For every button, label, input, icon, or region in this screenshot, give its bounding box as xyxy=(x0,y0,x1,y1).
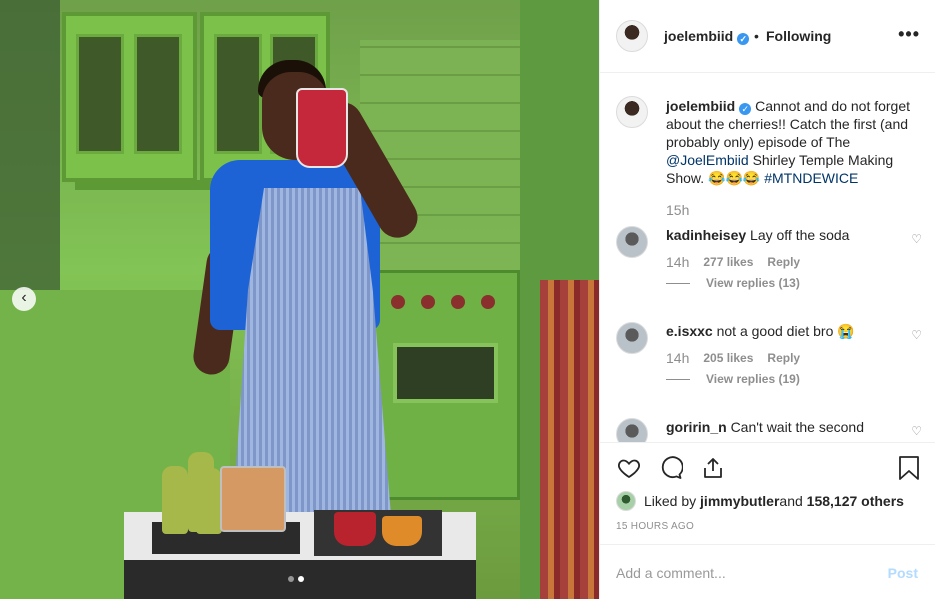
commenter-avatar[interactable] xyxy=(616,226,648,258)
comment-button[interactable] xyxy=(658,455,684,481)
carousel-dot-active xyxy=(298,576,304,582)
comment-input[interactable] xyxy=(616,562,866,584)
liked-by-prefix: Liked by xyxy=(644,493,697,509)
post-media[interactable]: ‹ xyxy=(0,0,599,599)
caption-time[interactable]: 15h xyxy=(666,202,689,218)
post-caption: joelembiid ✓ Cannot and do not forget abo… xyxy=(666,97,924,187)
author-username[interactable]: joelembiid xyxy=(664,28,733,44)
comments-list[interactable]: joelembiid ✓ Cannot and do not forget abo… xyxy=(600,73,935,442)
post-header: joelembiid ✓ • Following ••• xyxy=(600,0,935,73)
comment-likes[interactable]: 205 likes xyxy=(703,351,753,365)
heart-icon xyxy=(618,459,640,479)
view-replies-button[interactable]: View replies (19) xyxy=(666,372,800,386)
liked-by-avatar[interactable] xyxy=(616,491,636,511)
caption-hashtag-link[interactable]: #MTNDEWICE xyxy=(764,170,858,186)
following-button[interactable]: Following xyxy=(766,28,831,44)
share-icon xyxy=(704,458,722,478)
view-replies-label: View replies (19) xyxy=(706,372,800,386)
comment-username[interactable]: e.isxxc xyxy=(666,323,713,339)
liked-by-middle: and xyxy=(779,493,803,509)
media-curtain xyxy=(540,280,599,599)
save-button[interactable] xyxy=(896,455,922,481)
media-cabinet-left xyxy=(62,12,197,182)
media-bottle xyxy=(196,468,222,534)
comment-text: Can't wait the second xyxy=(730,419,864,435)
media-bottle xyxy=(162,466,188,534)
media-stove xyxy=(370,270,520,500)
chevron-left-icon: ‹ xyxy=(21,289,27,306)
header-separator: • xyxy=(754,28,759,44)
commenter-avatar[interactable] xyxy=(616,418,648,442)
author-avatar[interactable] xyxy=(616,20,648,52)
carousel-indicator xyxy=(288,576,304,582)
comment-time[interactable]: 14h xyxy=(666,254,689,270)
comment-item: kadinheisey Lay off the soda ♡ 14h 277 l… xyxy=(600,226,935,316)
comment-reply-button[interactable]: Reply xyxy=(767,351,800,365)
verified-icon: ✓ xyxy=(737,33,750,45)
view-replies-button[interactable]: View replies (13) xyxy=(666,276,800,290)
liked-by: Liked by jimmybutler and 158,127 others xyxy=(616,491,904,511)
comment-username[interactable]: kadinheisey xyxy=(666,227,746,243)
more-icon[interactable]: ••• xyxy=(898,24,920,45)
comment-icon xyxy=(661,456,683,479)
carousel-dot xyxy=(288,576,294,582)
caption-mention-link[interactable]: @JoelEmbiid xyxy=(666,152,749,168)
comment-time[interactable]: 14h xyxy=(666,350,689,366)
media-bowl xyxy=(382,516,422,546)
replies-divider xyxy=(666,282,690,284)
media-bowl-cherries xyxy=(334,512,376,546)
share-button[interactable] xyxy=(700,455,726,481)
post-comment-button[interactable]: Post xyxy=(888,565,918,581)
media-pitcher xyxy=(296,88,348,168)
liked-by-user[interactable]: jimmybutler xyxy=(700,493,779,509)
like-button[interactable] xyxy=(616,455,642,481)
view-replies-label: View replies (13) xyxy=(706,276,800,290)
comment-reply-button[interactable]: Reply xyxy=(767,255,800,269)
post-actions: Liked by jimmybutler and 158,127 others … xyxy=(600,442,935,544)
replies-divider xyxy=(666,378,690,380)
comment-username[interactable]: goririn_n xyxy=(666,419,727,435)
comment-like-icon[interactable]: ♡ xyxy=(911,328,922,342)
likes-count[interactable]: 158,127 others xyxy=(807,493,904,509)
add-comment-form: Post xyxy=(600,544,935,599)
comment-item: e.isxxc not a good diet bro 😭 ♡ 14h 205 … xyxy=(600,322,935,412)
comment-like-icon[interactable]: ♡ xyxy=(911,424,922,438)
comment-text: Lay off the soda xyxy=(750,227,850,243)
post-panel: joelembiid ✓ • Following ••• joelembiid ✓ … xyxy=(599,0,935,599)
post-timestamp[interactable]: 15 HOURS AGO xyxy=(616,521,694,532)
caption-username[interactable]: joelembiid xyxy=(666,98,735,114)
bookmark-icon xyxy=(899,456,919,480)
comment-text: not a good diet bro 😭 xyxy=(716,323,855,339)
comment-like-icon[interactable]: ♡ xyxy=(911,232,922,246)
comment-likes[interactable]: 277 likes xyxy=(703,255,753,269)
comment-item: goririn_n Can't wait the second ♡ xyxy=(600,418,935,442)
verified-icon: ✓ xyxy=(739,103,752,115)
media-jar xyxy=(220,466,286,532)
caption-avatar[interactable] xyxy=(616,96,648,128)
commenter-avatar[interactable] xyxy=(616,322,648,354)
carousel-prev-button[interactable]: ‹ xyxy=(12,287,36,311)
